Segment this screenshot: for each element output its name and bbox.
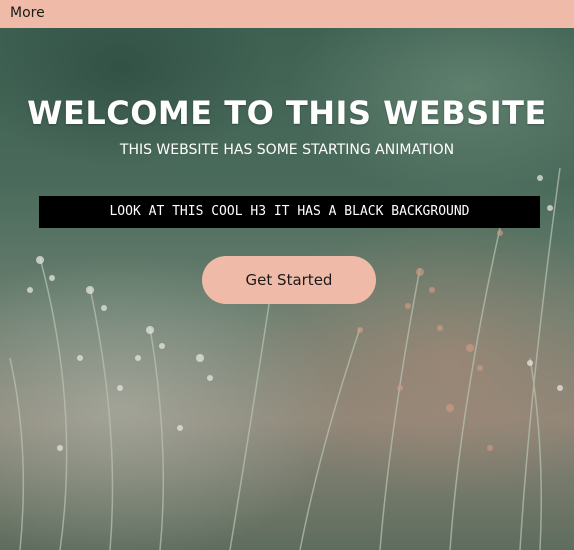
- get-started-button[interactable]: Get Started: [202, 256, 376, 304]
- page: More WELCOME TO THIS WEBSITE THIS WEBSIT…: [0, 0, 574, 550]
- more-link[interactable]: More: [10, 5, 45, 21]
- hero-section: WELCOME TO THIS WEBSITE THIS WEBSITE HAS…: [0, 28, 574, 550]
- hero-title: WELCOME TO THIS WEBSITE: [27, 94, 547, 132]
- hero-h3-banner: LOOK AT THIS COOL H3 IT HAS A BLACK BACK…: [39, 196, 540, 228]
- hero-subtitle: THIS WEBSITE HAS SOME STARTING ANIMATION: [119, 142, 455, 158]
- top-nav-bar: More: [0, 0, 574, 28]
